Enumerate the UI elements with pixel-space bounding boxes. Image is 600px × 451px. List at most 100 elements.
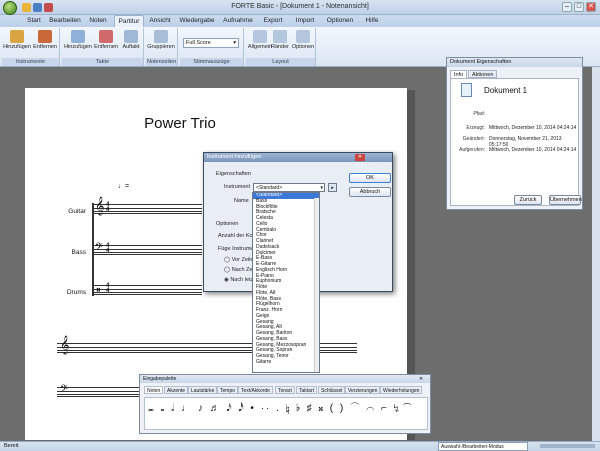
tab-aktionen[interactable]: Aktionen xyxy=(468,70,498,78)
instrument-add-button[interactable]: Hinzufügen xyxy=(3,30,31,50)
margins-icon xyxy=(273,30,287,43)
tab-info[interactable]: Info xyxy=(450,70,468,78)
treble-clef-icon: 𝄞 xyxy=(95,198,105,215)
group-staves-button[interactable]: Gruppieren xyxy=(147,30,175,50)
tempo-mark[interactable]: ♩= xyxy=(118,183,129,190)
list-scrollbar[interactable] xyxy=(314,198,319,372)
palette-tab-verzierungen[interactable]: Verzierungen xyxy=(345,386,381,394)
window-title: FORTE Basic - [Dokument 1 - Notenansicht… xyxy=(231,3,369,10)
group-notenzeilen: Gruppieren Notenzeilen xyxy=(146,28,178,66)
staff-drums[interactable] xyxy=(94,285,202,295)
group-label: Layout xyxy=(246,58,315,66)
maximize-button[interactable]: □ xyxy=(574,2,584,12)
apply-button[interactable]: Übernehmen xyxy=(549,195,582,205)
palette-tab-lautstaerke[interactable]: Lautstärke xyxy=(188,386,218,394)
input-palette: Eingabepalette ✕ Noten Akzente Lautstärk… xyxy=(139,374,431,434)
palette-title: Eingabepalette xyxy=(140,375,430,383)
measure-remove-button[interactable]: Entfernen xyxy=(92,30,120,50)
play-preview-icon[interactable]: ▸ xyxy=(328,183,337,192)
group-layout: Allgemein Ränder Optionen Layout xyxy=(246,28,316,66)
palette-tab-tempo[interactable]: Tempo xyxy=(217,386,239,394)
score-title[interactable]: Power Trio xyxy=(25,115,335,132)
instrument-combobox-value: <Standard> xyxy=(256,185,283,191)
close-button[interactable]: ✕ xyxy=(586,2,596,12)
note-glyphs[interactable]: 𝅜 𝅝 𝅗𝅥 ♩ ♪ ♬ 𝅘𝅥𝅯 𝅘𝅥𝅰 • ·· . ♮ ♭ ♯ 𝄪 ( ) … xyxy=(144,397,428,430)
radio-after-last[interactable]: ◉ Nach letz xyxy=(224,277,253,283)
cancel-button[interactable]: Abbruch xyxy=(349,187,391,197)
measure-add-icon xyxy=(71,30,85,43)
system-bracket xyxy=(92,203,94,296)
instrument-add-icon xyxy=(10,30,24,43)
insert-label: Füge Instrumen xyxy=(218,246,257,252)
treble-clef-icon: 𝄞 xyxy=(60,337,70,354)
minimize-button[interactable]: – xyxy=(562,2,572,12)
layout-options-button[interactable]: Optionen xyxy=(290,30,316,50)
palette-tab-taktart[interactable]: Taktart xyxy=(296,386,318,394)
palette-close-icon[interactable]: ✕ xyxy=(419,376,423,382)
palette-tab-tonart[interactable]: Tonart xyxy=(275,386,295,394)
tab-optionen[interactable]: Optionen xyxy=(322,15,358,27)
layout-margins-button[interactable]: Ränder xyxy=(268,30,292,50)
tab-partitur[interactable]: Partitur xyxy=(114,15,144,27)
group-icon xyxy=(154,30,168,43)
instrument-list-item[interactable]: Gitarre xyxy=(253,359,319,366)
instrument-label: Instrument xyxy=(224,184,250,190)
instrument-remove-button[interactable]: Entfernen xyxy=(31,30,59,50)
zoom-slider[interactable] xyxy=(540,444,595,448)
status-bar: Bereit Auswahl-/Bearbeiten-Modus xyxy=(0,441,600,451)
palette-tab-text-akkorde[interactable]: Text/Akkorde xyxy=(238,386,273,394)
accessed-label: Aufgerufen: xyxy=(459,147,485,153)
staff-bass[interactable] xyxy=(94,245,202,255)
panel-title: Dokument Eigenschaften xyxy=(447,58,582,67)
radio-after[interactable]: ◯ Nach Ze xyxy=(224,267,252,273)
mode-indicator[interactable]: Auswahl-/Bearbeiten-Modus xyxy=(438,442,528,451)
tab-ansicht[interactable]: Ansicht xyxy=(146,15,174,27)
palette-tab-noten[interactable]: Noten xyxy=(144,386,164,394)
pickup-button[interactable]: Auftakt xyxy=(118,30,144,50)
tab-hilfe[interactable]: Hilfe xyxy=(360,15,384,27)
title-bar: FORTE Basic - [Dokument 1 - Notenansicht… xyxy=(0,0,600,15)
bass-clef-icon: 𝄢 xyxy=(60,383,68,397)
bass-clef-icon: 𝄢 xyxy=(95,241,103,255)
part-select-value: Full Score xyxy=(186,40,211,46)
path-label: Pfad: xyxy=(473,111,485,117)
chevron-down-icon: ▾ xyxy=(320,185,323,191)
instrument-label-bass[interactable]: Bass xyxy=(46,249,86,256)
palette-tab-schluessel[interactable]: Schlüssel xyxy=(318,386,346,394)
instrument-combobox[interactable]: <Standard> ▾ xyxy=(253,183,325,192)
radio-before[interactable]: ◯ Vor Zeile xyxy=(224,257,253,263)
measure-remove-icon xyxy=(99,30,113,43)
tab-import[interactable]: Import xyxy=(290,15,320,27)
part-select[interactable]: Full Score ▾ xyxy=(183,38,239,48)
instrument-label-guitar[interactable]: Guitar xyxy=(46,208,86,215)
ribbon-tabs: Start Bearbeiten Noten Partitur Ansicht … xyxy=(0,15,600,27)
created-value: Mittwoch, Dezember 10, 2014 04:24:14 xyxy=(489,125,577,131)
group-label: Takte xyxy=(62,58,143,66)
staff-guitar[interactable] xyxy=(94,204,202,214)
document-icon xyxy=(461,83,472,97)
vertical-scrollbar[interactable] xyxy=(592,67,600,441)
percussion-clef-icon: 𝄥 xyxy=(97,285,100,295)
instrument-label-drums[interactable]: Drums xyxy=(46,289,86,296)
back-button[interactable]: Zurück xyxy=(514,195,542,205)
document-properties-panel: Dokument Eigenschaften Info Aktionen Dok… xyxy=(446,57,583,210)
tab-noten[interactable]: Noten xyxy=(84,15,112,27)
palette-tab-wiederholungen[interactable]: Wiederholungen xyxy=(380,386,423,394)
instrument-dropdown-list[interactable]: <Standard> Bass Blockflöte Bratsche Celesta C… xyxy=(252,192,320,373)
tab-aufnahme[interactable]: Aufnahme xyxy=(220,15,256,27)
instrument-remove-icon xyxy=(38,30,52,43)
created-label: Erzeugt: xyxy=(466,125,485,131)
tab-export[interactable]: Export xyxy=(258,15,288,27)
measure-add-button[interactable]: Hinzufügen xyxy=(64,30,92,50)
dialog-close-icon[interactable]: ✕ xyxy=(355,154,365,161)
pickup-icon xyxy=(124,30,138,43)
group-label: Instrumente xyxy=(2,58,59,66)
palette-tab-akzente[interactable]: Akzente xyxy=(164,386,189,394)
tab-start[interactable]: Start xyxy=(22,15,46,27)
tab-bearbeiten[interactable]: Bearbeiten xyxy=(48,15,82,27)
tab-wiedergabe[interactable]: Wiedergabe xyxy=(176,15,218,27)
document-name: Dokument 1 xyxy=(484,86,528,95)
ok-button[interactable]: OK xyxy=(349,173,391,183)
group-takte: Hinzufügen Entfernen Auftakt Takte xyxy=(62,28,144,66)
properties-section-label: Eigenschaften xyxy=(216,171,251,177)
